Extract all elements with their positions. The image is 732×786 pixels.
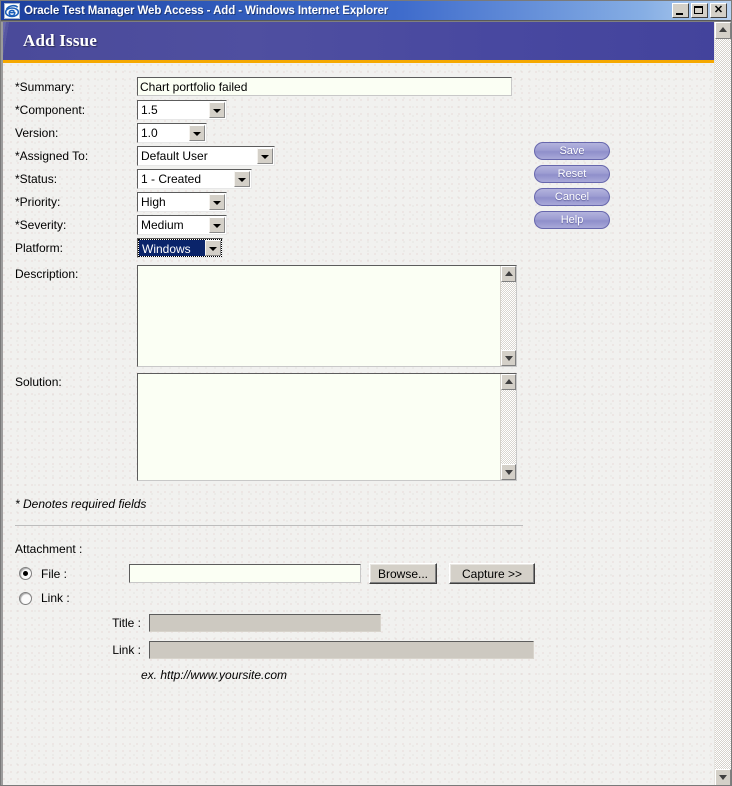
attachment-title-input[interactable] [149,614,381,632]
attachment-link-url-row: Link : [3,641,714,659]
browser-window: Oracle Test Manager Web Access - Add - W… [0,0,732,786]
assigned-to-value: Default User [141,148,208,163]
window-title: Oracle Test Manager Web Access - Add - W… [24,4,389,17]
chevron-down-icon [257,147,273,164]
link-radio[interactable] [19,591,32,605]
description-textarea[interactable] [138,266,500,366]
version-label: Version: [15,125,59,140]
attachment-link-input[interactable] [149,641,534,659]
chevron-down-icon [209,101,225,118]
assigned-to-select[interactable]: Default User [137,145,275,166]
platform-label: Platform: [15,240,64,255]
field-row-summary: *Summary: [3,75,714,98]
component-select[interactable]: 1.5 [137,99,227,120]
scroll-down-icon[interactable] [501,350,516,366]
component-value: 1.5 [141,102,158,117]
summary-label: *Summary: [15,79,75,94]
solution-scrollbar[interactable] [500,374,516,480]
minimize-button[interactable] [672,3,689,18]
chevron-down-icon [189,124,205,141]
solution-label: Solution: [15,375,62,389]
summary-input[interactable] [137,77,512,96]
reset-button[interactable]: Reset [534,165,610,183]
file-radio[interactable] [19,567,32,580]
page-scrollbar[interactable] [714,22,731,785]
page-banner: Add Issue [3,22,714,63]
scroll-up-icon[interactable] [501,266,516,282]
field-row-component: *Component: 1.5 [3,98,714,121]
status-value: 1 - Created [141,171,202,186]
file-radio-label: File : [41,566,68,581]
file-path-input[interactable] [129,564,361,583]
page-title: Add Issue [23,31,98,50]
scroll-down-icon[interactable] [715,769,731,785]
platform-select[interactable]: Windows [137,237,223,258]
status-label: *Status: [15,171,58,186]
chevron-down-icon [209,193,225,210]
close-button[interactable]: ✕ [710,3,727,18]
help-button[interactable]: Help [534,211,610,229]
document-frame: Add Issue *Summary: *Component: [1,21,731,785]
window-controls: ✕ [672,3,729,18]
priority-select[interactable]: High [137,191,227,212]
chevron-down-icon [209,216,225,233]
link-radio-label: Link : [41,591,70,605]
field-row-platform: Platform: Windows [3,236,714,259]
attachment-link-label: Link : [112,643,141,657]
status-select[interactable]: 1 - Created [137,168,252,189]
required-fields-note: * Denotes required fields [15,497,147,511]
version-select[interactable]: 1.0 [137,122,207,143]
priority-label: *Priority: [15,194,61,209]
attachment-section-label: Attachment : [15,542,83,556]
maximize-button[interactable] [691,3,708,18]
save-button[interactable]: Save [534,142,610,160]
scroll-up-icon[interactable] [501,374,516,390]
component-label: *Component: [15,102,86,117]
browse-button[interactable]: Browse... [369,563,438,584]
solution-textarea[interactable] [138,374,500,480]
close-icon: ✕ [713,4,724,16]
scroll-down-icon[interactable] [501,464,516,480]
form-area: *Summary: *Component: 1.5 [3,63,714,682]
attachment-file-row: File : Browse... Capture >> [3,563,714,584]
internet-explorer-icon [4,2,20,19]
description-scrollbar[interactable] [500,266,516,366]
attachment-link-row: Link : [3,591,714,605]
assigned-to-label: *Assigned To: [15,148,89,163]
field-row-version: Version: 1.0 [3,121,714,144]
description-label: Description: [15,267,79,281]
section-divider [15,525,523,526]
scroll-up-icon[interactable] [715,22,731,39]
capture-button[interactable]: Capture >> [449,563,536,584]
priority-value: High [141,194,166,209]
field-row-solution: Solution: [3,373,714,481]
chevron-down-icon [205,239,221,256]
chevron-down-icon [234,170,250,187]
action-buttons: Save Reset Cancel Help [534,142,610,234]
field-row-description: Description: [3,265,714,367]
link-example-hint: ex. http://www.yoursite.com [141,668,288,682]
severity-select[interactable]: Medium [137,214,227,235]
attachment-title-row: Title : [3,614,714,632]
page-content: Add Issue *Summary: *Component: [1,22,714,785]
attachment-title-label: Title : [112,616,141,630]
title-bar: Oracle Test Manager Web Access - Add - W… [1,1,731,21]
severity-label: *Severity: [15,217,67,232]
cancel-button[interactable]: Cancel [534,188,610,206]
severity-value: Medium [141,217,184,232]
platform-value: Windows [139,239,205,256]
version-value: 1.0 [141,125,158,140]
